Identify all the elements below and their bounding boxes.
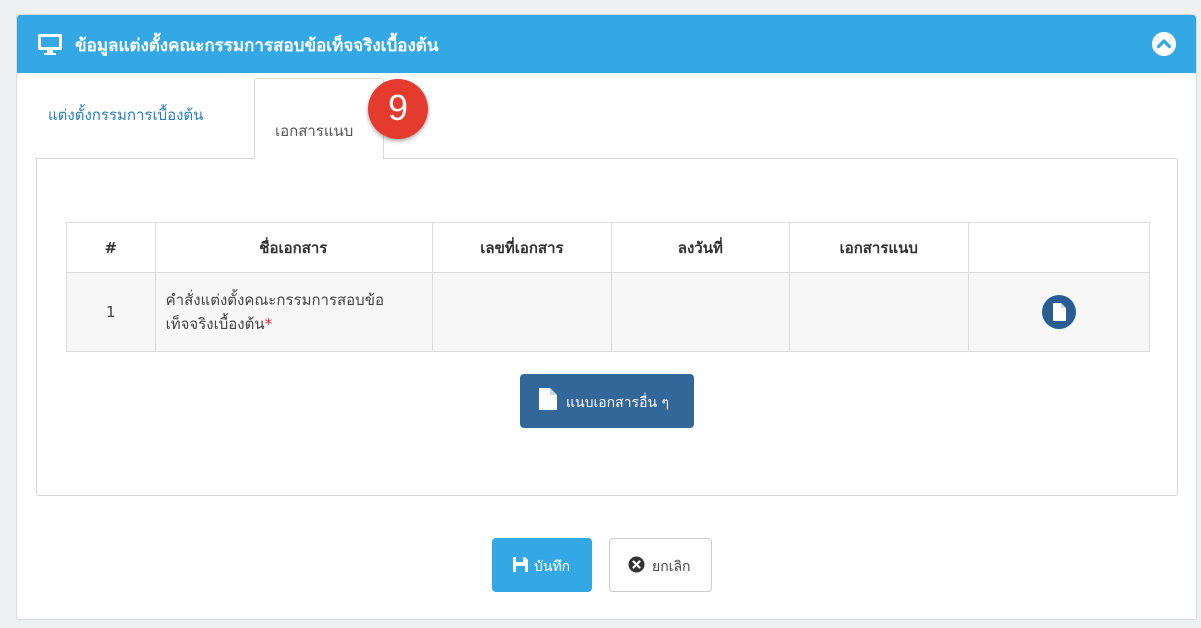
doc-name-line1: คำสั่งแต่งตั้งคณะกรรมการสอบข้อ [165, 291, 384, 309]
doc-number-cell [431, 272, 612, 352]
tab-attachments-label: เอกสารแนบ [275, 122, 354, 140]
column-header-doc-number: เลขที่เอกสาร [431, 222, 612, 273]
floppy-disk-icon [513, 557, 528, 572]
cancel-button[interactable]: ยกเลิก [609, 538, 712, 592]
doc-name-line2: เท็จจริงเบื้องต้น [165, 315, 265, 333]
save-button[interactable]: บันทึก [492, 538, 592, 592]
chevron-up-icon[interactable] [1152, 32, 1176, 56]
doc-date-cell [610, 272, 790, 352]
row-number: 1 [66, 272, 156, 352]
attach-other-label: แนบเอกสารอื่น ๆ [566, 395, 670, 411]
times-circle-icon [628, 556, 645, 573]
cancel-label: ยกเลิก [652, 559, 691, 575]
table-row: 1 คำสั่งแต่งตั้งคณะกรรมการสอบข้อ เท็จจริ… [66, 272, 1151, 352]
step-badge: 9 [368, 79, 428, 139]
save-label: บันทึก [534, 559, 571, 575]
panel-header: ข้อมูลแต่งตั้งคณะกรรมการสอบข้อเท็จจริงเบ… [17, 15, 1196, 73]
documents-table: # ชื่อเอกสาร เลขที่เอกสาร ลงวันที่ เอกสา… [66, 222, 1151, 352]
file-icon [539, 388, 557, 410]
column-header-date: ลงวันที่ [610, 222, 790, 273]
doc-name-cell: คำสั่งแต่งตั้งคณะกรรมการสอบข้อ เท็จจริงเ… [154, 272, 433, 352]
column-header-action [967, 222, 1151, 273]
doc-attachment-cell [788, 272, 969, 352]
column-header-number: # [66, 222, 156, 273]
row-action-cell [967, 272, 1151, 352]
file-icon [1052, 303, 1066, 321]
column-header-attachment: เอกสารแนบ [788, 222, 969, 273]
required-mark: * [264, 315, 273, 333]
panel-title: ข้อมูลแต่งตั้งคณะกรรมการสอบข้อเท็จจริงเบ… [75, 36, 439, 56]
tab-initial-committee[interactable]: แต่งตั้งกรรมการเบื้องต้น [48, 103, 203, 127]
table-header-row: # ชื่อเอกสาร เลขที่เอกสาร ลงวันที่ เอกสา… [66, 222, 1151, 273]
attach-file-button[interactable] [1041, 295, 1076, 329]
column-header-doc-name: ชื่อเอกสาร [154, 222, 433, 273]
attach-other-documents-button[interactable]: แนบเอกสารอื่น ๆ [520, 374, 694, 428]
tab-attachments[interactable]: เอกสารแนบ [254, 78, 384, 159]
monitor-icon [38, 34, 62, 55]
